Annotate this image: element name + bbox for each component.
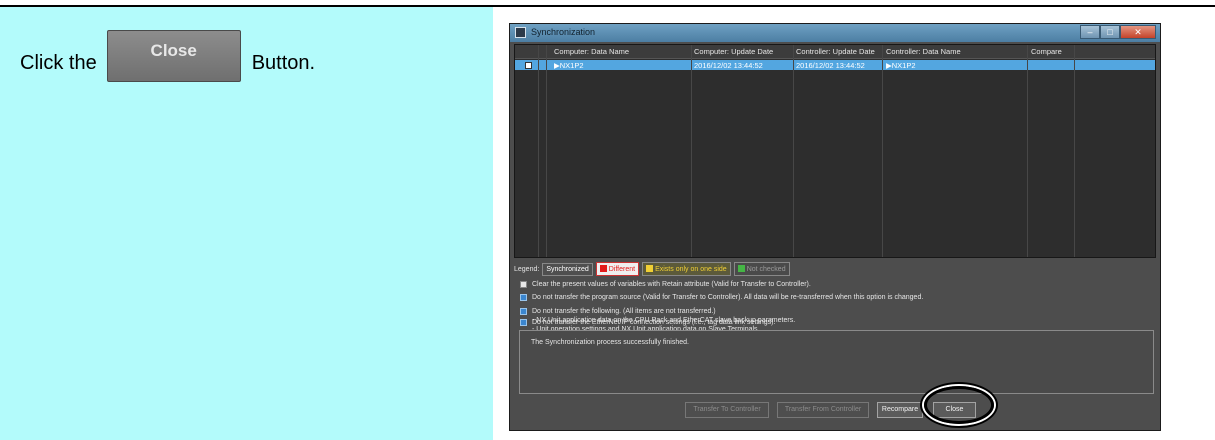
comparison-grid: Computer: Data Name Computer: Update Dat… [514,44,1156,258]
legend: Legend: Synchronized Different Exists on… [514,262,790,276]
legend-synchronized: Synchronized [542,262,593,276]
page: Click the Close Button. Synchronization … [0,0,1215,440]
legend-label: Legend: [514,265,540,273]
cell-controller-date: 2016/12/02 13:44:52 [796,61,865,70]
transfer-from-controller-button[interactable]: Transfer From Controller [777,402,869,418]
column-controller-date[interactable]: Controller: Update Date [796,47,875,56]
instruction-line: Click the Close Button. [20,30,316,82]
transfer-to-controller-button[interactable]: Transfer To Controller [685,402,769,418]
minimize-icon[interactable]: – [1080,25,1100,39]
close-window-icon[interactable]: ✕ [1120,25,1156,39]
legend-exists-one-side: Exists only on one side [642,262,731,276]
checkbox-skip-program-source[interactable] [520,294,527,301]
column-computer-name[interactable]: Computer: Data Name [554,47,629,56]
grid-divider [1074,45,1075,257]
column-computer-date[interactable]: Computer: Update Date [694,47,773,56]
legend-not-checked-label: Not checked [746,266,786,273]
option-label: Do not transfer the EtherNet/IP connecti… [532,319,776,326]
table-row[interactable]: ▶NX1P2 2016/12/02 13:44:52 2016/12/02 13… [515,60,1155,70]
grid-divider [1027,45,1028,257]
result-message-box: The Synchronization process successfully… [519,330,1154,394]
checkbox-clear-retain[interactable] [520,281,527,288]
instruction-prefix: Click the [20,51,97,74]
legend-different: Different [595,262,640,276]
checkbox-skip-following[interactable] [520,308,527,315]
app-icon [515,27,526,38]
close-button-illustration: Close [106,30,241,82]
grid-header: Computer: Data Name Computer: Update Dat… [515,45,1155,59]
grid-divider [691,45,692,257]
title-bar: Synchronization – □ ✕ [510,24,1160,42]
recompare-button[interactable]: Recompare [877,402,923,418]
checkbox-skip-ethernet-ip[interactable] [520,319,527,326]
window-controls: – □ ✕ [1080,25,1156,39]
option-skip-ethernet-ip: Do not transfer the EtherNet/IP connecti… [520,318,775,327]
difference-icon [599,265,607,272]
legend-different-label: Different [608,266,636,273]
option-label: Clear the present values of variables wi… [532,281,811,288]
option-label: Do not transfer the program source (Vali… [532,294,924,301]
option-label: Do not transfer the following. (All item… [532,308,716,315]
synchronization-dialog: Synchronization – □ ✕ Computer: Data Nam… [509,23,1161,431]
highlight-ring [924,386,994,424]
result-message: The Synchronization process successfully… [531,339,689,346]
cell-controller-name: ▶NX1P2 [886,61,916,70]
cell-computer-date: 2016/12/02 13:44:52 [694,61,763,70]
column-controller-name[interactable]: Controller: Data Name [886,47,961,56]
legend-not-checked: Not checked [733,262,790,276]
grid-divider [538,45,539,257]
dialog-title: Synchronization [531,27,596,37]
grid-divider [882,45,883,257]
grid-divider [793,45,794,257]
legend-exists-label: Exists only on one side [655,266,727,273]
not-checked-icon [737,265,745,272]
expand-icon[interactable] [525,62,532,69]
cell-computer-name: ▶NX1P2 [554,61,584,70]
column-compare[interactable]: Compare [1031,47,1062,56]
grid-divider [546,45,547,257]
maximize-icon[interactable]: □ [1100,25,1120,39]
warning-icon [646,265,654,272]
instruction-panel: Click the Close Button. [0,7,493,440]
instruction-suffix: Button. [251,51,316,74]
option-clear-retain: Clear the present values of variables wi… [520,280,811,289]
option-skip-program-source: Do not transfer the program source (Vali… [520,293,923,302]
